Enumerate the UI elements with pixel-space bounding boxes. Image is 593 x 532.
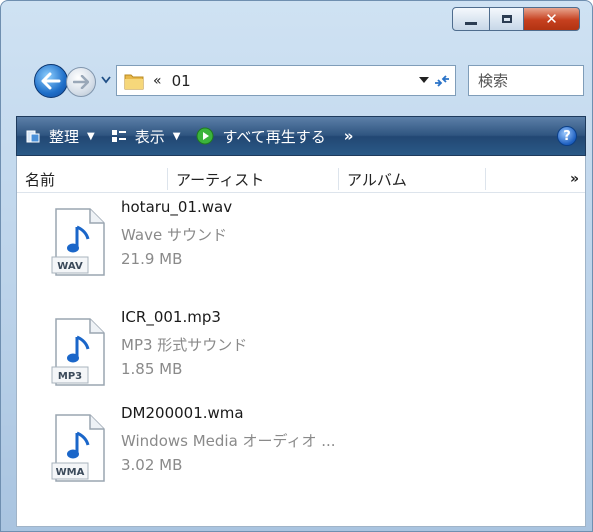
forward-arrow-icon bbox=[73, 75, 89, 89]
folder-icon bbox=[124, 74, 144, 89]
column-artist[interactable]: アーティスト bbox=[168, 166, 338, 192]
file-type-badge: WMA bbox=[56, 467, 85, 478]
column-divider[interactable] bbox=[485, 168, 486, 190]
help-glyph: ? bbox=[563, 128, 571, 144]
audio-file-icon: WMA bbox=[51, 414, 105, 482]
chevron-down-icon bbox=[101, 76, 111, 84]
audio-file-icon: MP3 bbox=[51, 318, 105, 386]
column-album[interactable]: アルバム bbox=[339, 166, 484, 192]
views-icon bbox=[111, 128, 127, 144]
address-dropdown-icon[interactable] bbox=[419, 76, 429, 84]
views-label: 表示 bbox=[134, 127, 165, 146]
file-name: ICR_001.mp3 bbox=[121, 308, 221, 326]
file-type: Windows Media オーディオ ... bbox=[121, 432, 336, 450]
minimize-icon bbox=[465, 21, 477, 25]
column-name[interactable]: 名前 bbox=[17, 166, 167, 192]
column-artist-label: アーティスト bbox=[176, 170, 265, 189]
views-button[interactable]: 表示 ▼ bbox=[103, 117, 189, 155]
column-name-label: 名前 bbox=[25, 170, 56, 189]
file-type: Wave サウンド bbox=[121, 226, 227, 244]
close-button[interactable]: ✕ bbox=[524, 7, 580, 31]
forward-button[interactable] bbox=[66, 67, 96, 97]
back-button[interactable] bbox=[34, 64, 68, 98]
organize-label: 整理 bbox=[49, 127, 80, 146]
search-input[interactable]: 検索 bbox=[468, 65, 584, 96]
list-item[interactable]: WAV hotaru_01.wav Wave サウンド 21.9 MB bbox=[17, 198, 537, 290]
file-type: MP3 形式サウンド bbox=[121, 336, 248, 354]
file-size: 3.02 MB bbox=[121, 456, 183, 474]
search-placeholder: 検索 bbox=[478, 72, 509, 90]
column-header: 名前 アーティスト アルバム » bbox=[17, 166, 585, 193]
command-bar: 整理 ▼ 表示 ▼ すべて再生する » ? bbox=[16, 116, 586, 156]
explorer-window: ✕ « 01 検索 整理 ▼ 表示 ▼ すべて再生する » ? 名前 アーティス… bbox=[0, 0, 593, 532]
file-type-badge: WAV bbox=[57, 261, 83, 272]
audio-file-icon: WAV bbox=[51, 208, 105, 276]
play-all-label: すべて再生する bbox=[222, 127, 326, 146]
list-item[interactable]: MP3 ICR_001.mp3 MP3 形式サウンド 1.85 MB bbox=[17, 308, 537, 400]
file-size: 1.85 MB bbox=[121, 360, 183, 378]
breadcrumb-overflow-chevron[interactable]: « bbox=[153, 73, 162, 89]
close-icon: ✕ bbox=[545, 10, 558, 28]
help-icon[interactable]: ? bbox=[557, 126, 577, 146]
recent-pages-button[interactable] bbox=[99, 73, 113, 87]
list-item[interactable]: WMA DM200001.wma Windows Media オーディオ ...… bbox=[17, 404, 537, 496]
navigation-bar: « 01 検索 bbox=[1, 61, 592, 105]
file-size: 21.9 MB bbox=[121, 250, 183, 268]
organize-button[interactable]: 整理 ▼ bbox=[17, 117, 103, 155]
file-name: DM200001.wma bbox=[121, 404, 244, 422]
refresh-icon[interactable] bbox=[433, 73, 451, 89]
play-all-icon bbox=[196, 127, 214, 145]
column-album-label: アルバム bbox=[347, 170, 407, 189]
columns-overflow-button[interactable]: » bbox=[570, 166, 579, 192]
file-type-badge: MP3 bbox=[58, 371, 82, 382]
address-bar[interactable]: « 01 bbox=[116, 65, 456, 96]
command-overflow-button[interactable]: » bbox=[344, 127, 354, 145]
file-name: hotaru_01.wav bbox=[121, 198, 233, 216]
organize-icon bbox=[25, 128, 41, 144]
chevron-down-icon: ▼ bbox=[87, 130, 95, 142]
maximize-icon bbox=[501, 15, 512, 23]
play-all-button[interactable]: すべて再生する bbox=[188, 117, 333, 155]
breadcrumb-current-folder[interactable]: 01 bbox=[172, 72, 191, 90]
file-list: 名前 アーティスト アルバム » WAV hotaru_01.wav Wave … bbox=[16, 156, 586, 527]
back-arrow-icon bbox=[41, 72, 61, 90]
maximize-button[interactable] bbox=[490, 7, 524, 31]
caption-buttons: ✕ bbox=[452, 7, 580, 31]
minimize-button[interactable] bbox=[452, 7, 490, 31]
chevron-down-icon: ▼ bbox=[172, 130, 181, 142]
